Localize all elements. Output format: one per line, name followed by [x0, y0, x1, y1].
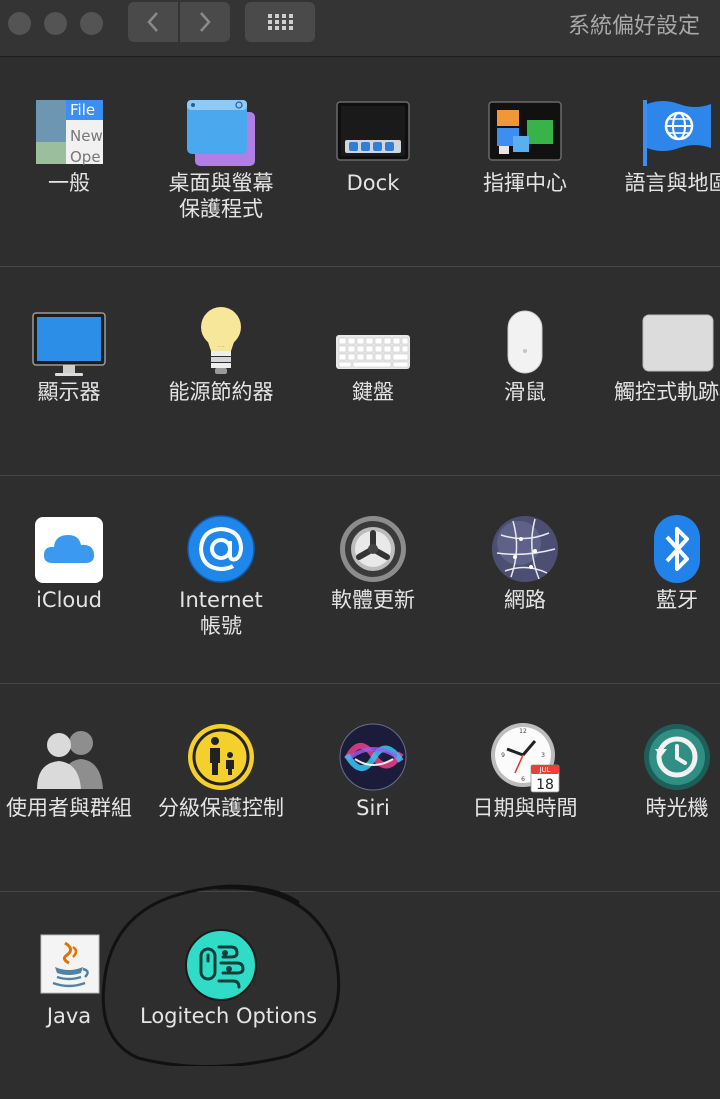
pane-label: 軟體更新 [331, 588, 415, 612]
pane-dock[interactable]: Dock [298, 58, 448, 258]
pane-internet-accounts[interactable]: Internet 帳號 [146, 475, 296, 675]
pane-label: Logitech Options [140, 1004, 318, 1028]
pane-label: 分級保護控制 [158, 796, 284, 820]
pane-label: Internet 帳號 [179, 588, 263, 638]
pane-general[interactable]: File New Ope 一般 [0, 58, 144, 258]
display-icon [32, 305, 106, 377]
pane-keyboard[interactable]: 鍵盤 [298, 267, 448, 467]
minimize-window-button[interactable] [44, 12, 67, 35]
pane-label: 一般 [48, 171, 90, 195]
bluetooth-icon [643, 513, 711, 585]
pane-label: Siri [356, 796, 390, 820]
pane-icloud[interactable]: iCloud [0, 475, 144, 675]
pane-label: 日期與時間 [472, 796, 578, 820]
pane-time-machine[interactable]: 時光機 [602, 683, 720, 883]
pane-date-time[interactable]: 12 3 6 9 JUL 18 日期與時間 [450, 683, 600, 883]
pane-parental-controls[interactable]: 分級保護控制 [146, 683, 296, 883]
desktop-screensaver-icon [187, 96, 255, 168]
svg-text:12: 12 [519, 728, 527, 735]
pane-label: 鍵盤 [352, 380, 394, 404]
pane-label: 語言與地區 [624, 171, 720, 195]
zoom-window-button[interactable] [80, 12, 103, 35]
pane-label: 能源節約器 [168, 380, 274, 404]
svg-text:3: 3 [541, 752, 545, 759]
pane-java[interactable]: Java [0, 891, 144, 1091]
navigation-controls [128, 2, 230, 42]
chevron-right-icon [200, 12, 211, 32]
grid-icon [268, 14, 293, 30]
svg-text:Ope: Ope [70, 148, 101, 166]
pane-label: 藍牙 [656, 588, 698, 612]
trackpad-icon [642, 305, 714, 377]
pane-software-update[interactable]: 軟體更新 [298, 475, 448, 675]
show-all-button[interactable] [245, 2, 315, 42]
pane-trackpad[interactable]: 觸控式軌跡板 [602, 267, 720, 467]
internet-accounts-icon [187, 513, 255, 585]
pane-label: 網路 [504, 588, 546, 612]
chevron-left-icon [147, 12, 158, 32]
pane-display[interactable]: 顯示器 [0, 267, 144, 467]
preferences-row-1: File New Ope 一般 桌面與螢幕 保護程式 Dock 指揮中心 語言與… [0, 58, 720, 267]
svg-text:18: 18 [536, 777, 554, 793]
dock-icon [336, 96, 410, 168]
svg-text:JUL: JUL [538, 766, 550, 774]
svg-text:File: File [70, 101, 95, 119]
back-button[interactable] [128, 2, 178, 42]
software-update-icon [339, 513, 407, 585]
pane-label: Dock [346, 171, 400, 195]
preferences-row-2: 顯示器 能源節約器 鍵盤 滑鼠 觸控式軌跡 [0, 267, 720, 476]
siri-icon [339, 721, 407, 793]
svg-text:New: New [70, 127, 103, 145]
energy-saver-icon [187, 305, 255, 377]
pane-label: 時光機 [645, 796, 709, 820]
users-groups-icon [35, 721, 103, 793]
pane-logitech-options[interactable]: Logitech Options [140, 891, 317, 1091]
window-titlebar: 系統偏好設定 [0, 0, 720, 57]
keyboard-icon [336, 305, 410, 377]
pane-mouse[interactable]: 滑鼠 [450, 267, 600, 467]
pane-label: 使用者與群組 [6, 796, 132, 820]
pane-label: 指揮中心 [483, 171, 567, 195]
parental-controls-icon [187, 721, 255, 793]
pane-label: 觸控式軌跡板 [614, 380, 720, 404]
pane-label: 滑鼠 [504, 380, 546, 404]
pane-label: 顯示器 [37, 380, 101, 404]
language-region-icon [643, 96, 711, 168]
network-icon [491, 513, 559, 585]
svg-text:6: 6 [521, 776, 525, 783]
forward-button[interactable] [180, 2, 230, 42]
preferences-row-4: 使用者與群組 分級保護控制 Siri 12 3 6 9 JUL 18 日期與時間… [0, 683, 720, 892]
svg-text:9: 9 [501, 752, 505, 759]
pane-language-region[interactable]: 語言與地區 [602, 58, 720, 258]
pane-energy-saver[interactable]: 能源節約器 [146, 267, 296, 467]
pane-label: Java [46, 1004, 92, 1028]
pane-mission-control[interactable]: 指揮中心 [450, 58, 600, 258]
general-icon: File New Ope [35, 96, 103, 168]
pane-desktop-screensaver[interactable]: 桌面與螢幕 保護程式 [146, 58, 296, 258]
time-machine-icon [643, 721, 711, 793]
java-icon [35, 929, 103, 1001]
pane-users-groups[interactable]: 使用者與群組 [0, 683, 144, 883]
pane-network[interactable]: 網路 [450, 475, 600, 675]
window-title: 系統偏好設定 [567, 14, 700, 39]
date-time-icon: 12 3 6 9 JUL 18 [491, 721, 560, 793]
pane-label: iCloud [36, 588, 102, 612]
preferences-row-other: Java Logitech Options [0, 891, 720, 1099]
mission-control-icon [488, 96, 562, 168]
icloud-icon [35, 513, 103, 585]
mouse-icon [491, 305, 559, 377]
preferences-row-3: iCloud Internet 帳號 軟體更新 網路 藍牙 [0, 475, 720, 684]
logitech-options-icon [185, 929, 257, 1001]
pane-bluetooth[interactable]: 藍牙 [602, 475, 720, 675]
close-window-button[interactable] [8, 12, 31, 35]
pane-label: 桌面與螢幕 保護程式 [168, 171, 274, 221]
pane-siri[interactable]: Siri [298, 683, 448, 883]
